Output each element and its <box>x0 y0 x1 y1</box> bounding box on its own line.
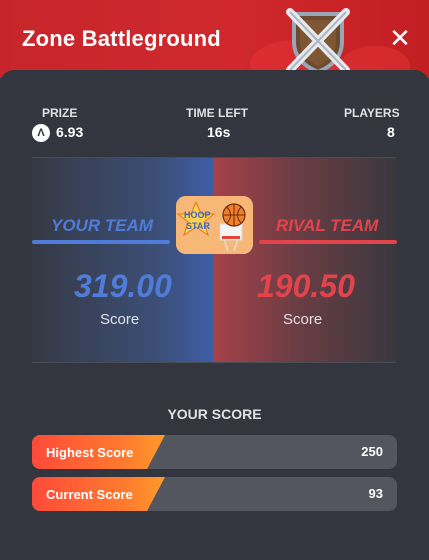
current-score-label: Current Score <box>46 487 133 502</box>
header: Zone Battleground ✕ <box>0 0 429 78</box>
game-icon-word: STAR <box>186 221 210 231</box>
rival-team-line <box>259 240 397 244</box>
players-label: PLAYERS <box>344 106 400 120</box>
your-team-background <box>32 158 214 363</box>
current-score-value: 93 <box>368 486 383 501</box>
prize-value: 6.93 <box>56 124 84 140</box>
time-left-label: TIME LEFT <box>186 106 248 120</box>
rival-team-label: RIVAL TEAM <box>276 216 379 235</box>
team-battle-area <box>32 158 396 363</box>
game-icon-word: HOOP <box>184 210 211 220</box>
game-icon: HOOP STAR <box>176 196 253 254</box>
highest-score-label: Highest Score <box>46 445 134 460</box>
highest-score-bar: Highest Score 250 <box>32 435 397 469</box>
time-left-value: 16s <box>207 124 231 140</box>
your-score-title: YOUR SCORE <box>167 406 262 422</box>
players-value: 8 <box>387 124 395 140</box>
highest-score-value: 250 <box>361 444 383 459</box>
prize-label: PRIZE <box>42 106 78 120</box>
your-team-score: 319.00 <box>74 268 172 304</box>
rival-team-score-caption: Score <box>283 311 323 328</box>
close-icon: ✕ <box>389 23 411 53</box>
your-team-line <box>32 240 170 244</box>
close-button[interactable]: ✕ <box>386 24 414 52</box>
your-team-score-caption: Score <box>100 311 140 328</box>
token-icon: Λ <box>32 124 50 142</box>
basketball-icon: HOOP STAR <box>176 196 253 254</box>
current-score-bar: Current Score 93 <box>32 477 397 511</box>
crossed-swords-shield-icon <box>286 8 350 74</box>
divider <box>32 362 396 363</box>
your-team-label: YOUR TEAM <box>51 216 153 235</box>
rival-team-score: 190.50 <box>257 268 355 304</box>
page-title: Zone Battleground <box>22 26 221 51</box>
rival-team-background <box>214 158 396 363</box>
